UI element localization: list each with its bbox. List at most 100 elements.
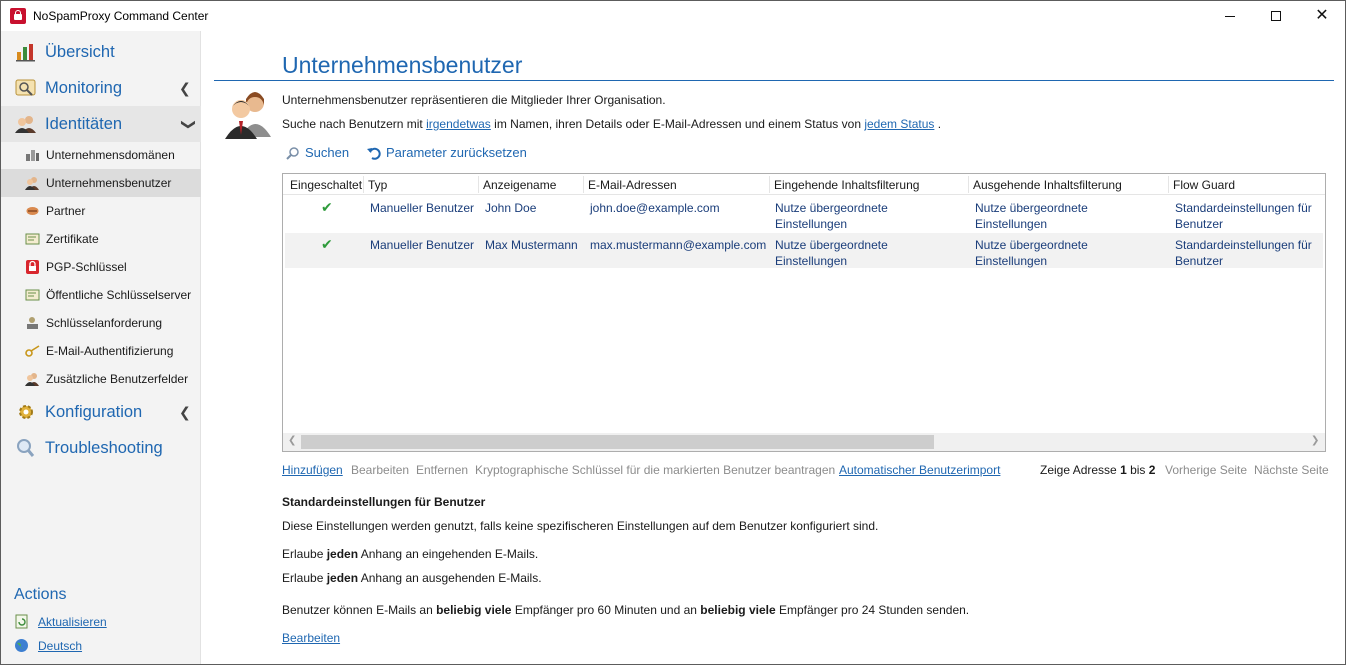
cell-line: Standardeinstellungen für bbox=[1175, 238, 1312, 252]
sidebar-item-unternehmensdomaenen[interactable]: Unternehmensdomänen bbox=[1, 141, 201, 169]
column-header-inbound-filtering[interactable]: Eingehende Inhaltsfilterung bbox=[774, 178, 919, 192]
scrollbar-thumb[interactable] bbox=[301, 435, 934, 449]
nav-troubleshooting[interactable]: Troubleshooting bbox=[1, 430, 201, 466]
table-row[interactable]: ✔ Manueller Benutzer Max Mustermann max.… bbox=[285, 233, 1323, 268]
sidebar-item-label: E-Mail-Authentifizierung bbox=[46, 344, 174, 358]
remove-user-link[interactable]: Entfernen bbox=[416, 463, 468, 477]
next-page-link[interactable]: Nächste Seite bbox=[1254, 463, 1329, 477]
cell-display-name: John Doe bbox=[485, 201, 537, 215]
search-button[interactable]: Suchen bbox=[286, 145, 349, 160]
chevron-left-icon: ❮ bbox=[179, 404, 191, 420]
search-term-link[interactable]: irgendetwas bbox=[426, 117, 491, 131]
sidebar-item-email-authentifizierung[interactable]: E-Mail-Authentifizierung bbox=[1, 337, 201, 365]
sidebar: Übersicht Monitoring ❮ Identitäten ❮ Unt… bbox=[1, 31, 201, 664]
email-auth-icon bbox=[25, 345, 40, 357]
column-header-enabled[interactable]: Eingeschaltet bbox=[290, 178, 362, 192]
cell-inbound: Nutze übergeordnete Einstellungen bbox=[775, 237, 888, 269]
nav-identitaeten[interactable]: Identitäten ❮ bbox=[1, 106, 201, 142]
handshake-icon bbox=[26, 207, 39, 215]
nav-konfiguration[interactable]: Konfiguration ❮ bbox=[1, 394, 201, 430]
search-status-link[interactable]: jedem Status bbox=[864, 117, 934, 131]
troubleshooting-magnifier-icon bbox=[17, 439, 35, 457]
maximize-icon bbox=[1271, 11, 1281, 21]
nav-uebersicht[interactable]: Übersicht bbox=[1, 34, 201, 70]
sidebar-item-unternehmensbenutzer[interactable]: Unternehmensbenutzer bbox=[1, 169, 201, 197]
text-bold: jeden bbox=[326, 547, 359, 561]
column-separator[interactable] bbox=[968, 176, 969, 193]
sidebar-item-schluesselanforderung[interactable]: Schlüsselanforderung bbox=[1, 309, 201, 337]
cell-flow-guard: Standardeinstellungen für Benutzer bbox=[1175, 200, 1312, 232]
scroll-left-icon[interactable]: ❮ bbox=[288, 435, 296, 446]
horizontal-scrollbar[interactable]: ❮ ❯ bbox=[283, 433, 1325, 451]
intro-text: Unternehmensbenutzer repräsentieren die … bbox=[282, 93, 666, 107]
maximize-button[interactable] bbox=[1253, 1, 1299, 31]
column-separator[interactable] bbox=[478, 176, 479, 193]
column-separator[interactable] bbox=[583, 176, 584, 193]
cell-flow-guard: Standardeinstellungen für Benutzer bbox=[1175, 237, 1312, 269]
previous-page-link[interactable]: Vorherige Seite bbox=[1165, 463, 1247, 477]
nav-label: Identitäten bbox=[45, 114, 123, 133]
sidebar-item-label: Öffentliche Schlüsselserver bbox=[46, 288, 192, 302]
refresh-link[interactable]: Aktualisieren bbox=[38, 615, 107, 629]
reset-parameters-button[interactable]: Parameter zurücksetzen bbox=[367, 145, 527, 160]
nav-label: Monitoring bbox=[45, 78, 123, 97]
search-suffix: . bbox=[937, 117, 942, 131]
column-separator[interactable] bbox=[363, 176, 364, 193]
request-keys-link[interactable]: Kryptographische Schlüssel für die marki… bbox=[475, 463, 835, 477]
column-header-display-name[interactable]: Anzeigename bbox=[483, 178, 556, 192]
column-header-flow-guard[interactable]: Flow Guard bbox=[1173, 178, 1235, 192]
column-header-outbound-filtering[interactable]: Ausgehende Inhaltsfilterung bbox=[973, 178, 1122, 192]
close-button[interactable]: ✕ bbox=[1299, 1, 1345, 31]
defaults-description: Diese Einstellungen werden genutzt, fall… bbox=[282, 519, 879, 533]
cell-line: Einstellungen bbox=[775, 217, 848, 231]
defaults-outbound-attachments: Erlaube jeden Anhang an ausgehenden E-Ma… bbox=[282, 571, 542, 585]
text-part: Erlaube bbox=[282, 547, 324, 561]
certificate-icon bbox=[25, 233, 40, 245]
text-part: Empfänger pro 60 Minuten und an bbox=[514, 603, 697, 617]
column-header-email[interactable]: E-Mail-Adressen bbox=[588, 178, 677, 192]
search-prefix: Suche nach Benutzern mit bbox=[282, 117, 423, 131]
close-icon: ✕ bbox=[1315, 7, 1329, 24]
sidebar-item-label: Partner bbox=[46, 204, 86, 218]
cell-line: Einstellungen bbox=[775, 254, 848, 268]
cell-outbound: Nutze übergeordnete Einstellungen bbox=[975, 237, 1088, 269]
cell-line: Einstellungen bbox=[975, 217, 1048, 231]
text-bold: beliebig viele bbox=[436, 603, 512, 617]
nav-label: Konfiguration bbox=[45, 402, 143, 421]
column-separator[interactable] bbox=[1168, 176, 1169, 193]
nav-label: Übersicht bbox=[45, 42, 115, 61]
sidebar-item-label: Zertifikate bbox=[46, 232, 99, 246]
search-icon bbox=[286, 146, 299, 160]
text-part: Benutzer können E-Mails an bbox=[282, 603, 433, 617]
cell-line: Nutze übergeordnete bbox=[775, 238, 888, 252]
nav-monitoring[interactable]: Monitoring ❮ bbox=[1, 70, 201, 106]
cell-inbound: Nutze übergeordnete Einstellungen bbox=[775, 200, 888, 232]
table-row[interactable]: ✔ Manueller Benutzer John Doe john.doe@e… bbox=[285, 196, 1323, 231]
sidebar-item-oeffentliche-schluesselserver[interactable]: Öffentliche Schlüsselserver bbox=[1, 281, 201, 309]
edit-defaults-link[interactable]: Bearbeiten bbox=[282, 631, 340, 645]
sidebar-item-partner[interactable]: Partner bbox=[1, 197, 201, 225]
language-link[interactable]: Deutsch bbox=[38, 639, 82, 653]
column-separator[interactable] bbox=[769, 176, 770, 193]
users-group-icon bbox=[225, 92, 271, 139]
cell-line: Nutze übergeordnete bbox=[975, 201, 1088, 215]
cell-type: Manueller Benutzer bbox=[370, 238, 475, 252]
reset-button-label: Parameter zurücksetzen bbox=[386, 145, 527, 160]
add-user-link[interactable]: Hinzufügen bbox=[282, 463, 343, 477]
scroll-right-icon[interactable]: ❯ bbox=[1311, 435, 1319, 446]
sidebar-item-zusaetzliche-benutzerfelder[interactable]: Zusätzliche Benutzerfelder bbox=[1, 365, 201, 393]
users-table[interactable]: Eingeschaltet Typ Anzeigename E-Mail-Adr… bbox=[282, 173, 1326, 452]
sidebar-item-label: Unternehmensdomänen bbox=[46, 148, 175, 162]
overview-chart-icon bbox=[16, 44, 35, 62]
minimize-button[interactable] bbox=[1207, 1, 1253, 31]
chevron-left-icon: ❮ bbox=[179, 80, 191, 96]
defaults-inbound-attachments: Erlaube jeden Anhang an eingehenden E-Ma… bbox=[282, 547, 538, 561]
column-header-type[interactable]: Typ bbox=[368, 178, 387, 192]
sidebar-item-pgp-schluessel[interactable]: PGP-Schlüssel bbox=[1, 253, 201, 281]
edit-user-link[interactable]: Bearbeiten bbox=[351, 463, 409, 477]
auto-import-link[interactable]: Automatischer Benutzerimport bbox=[839, 463, 1000, 477]
sidebar-item-zertifikate[interactable]: Zertifikate bbox=[1, 225, 201, 253]
cell-display-name: Max Mustermann bbox=[485, 238, 578, 252]
pager-to-word: bis bbox=[1130, 463, 1146, 477]
sidebar-item-label: PGP-Schlüssel bbox=[46, 260, 127, 274]
